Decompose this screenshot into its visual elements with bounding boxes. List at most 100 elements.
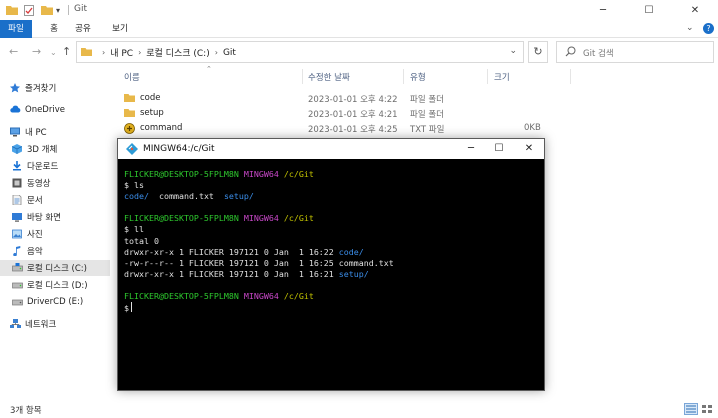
terminal-scrollbar[interactable]: [535, 159, 543, 390]
sidebar-item-local-disk-d[interactable]: 로컬 디스크 (D:): [0, 277, 110, 293]
new-folder-icon[interactable]: [41, 4, 53, 16]
sidebar-item-downloads[interactable]: 다운로드: [0, 158, 110, 174]
terminal-command: $: [124, 303, 129, 314]
tab-view[interactable]: 보기: [108, 20, 132, 38]
breadcrumb-git[interactable]: Git: [223, 48, 236, 58]
tab-share[interactable]: 공유: [70, 20, 96, 38]
address-bar[interactable]: › 내 PC › 로컬 디스크 (C:) › Git ⌄: [76, 41, 524, 63]
column-header-type[interactable]: 유형: [410, 71, 426, 83]
sidebar-item-label: 로컬 디스크 (D:): [27, 281, 88, 291]
sidebar-item-desktop[interactable]: 바탕 화면: [0, 209, 110, 225]
txt-file-icon: [124, 123, 135, 137]
details-view-icon[interactable]: [684, 403, 698, 415]
sidebar-item-label: 3D 개체: [27, 145, 58, 155]
terminal-maximize-button[interactable]: ☐: [484, 139, 514, 159]
breadcrumb-local-disk-c[interactable]: 로컬 디스크 (C:): [146, 46, 209, 59]
properties-icon[interactable]: [24, 4, 34, 16]
list-item[interactable]: setup 2023-01-01 오후 4:21 파일 폴더: [118, 106, 718, 121]
expand-ribbon-icon[interactable]: ⌄: [686, 23, 694, 33]
search-input[interactable]: Git 검색: [556, 41, 714, 63]
file-size: 0KB: [524, 123, 541, 133]
chevron-right-icon[interactable]: ›: [138, 48, 141, 57]
network-icon: [10, 319, 21, 329]
sidebar-item-videos[interactable]: 동영상: [0, 175, 110, 191]
sidebar-item-documents[interactable]: 문서: [0, 192, 110, 208]
divider: [570, 69, 571, 84]
column-header-size[interactable]: 크기: [494, 71, 510, 83]
maximize-button[interactable]: ☐: [626, 0, 672, 20]
divider: [403, 69, 404, 84]
list-item[interactable]: command 2023-01-01 오후 4:25 TXT 파일 0KB: [118, 121, 718, 136]
file-name: setup: [140, 108, 164, 118]
sidebar-item-local-disk-c[interactable]: 로컬 디스크 (C:): [0, 260, 110, 276]
terminal-prompt: FLICKER@DESKTOP-5FPLM8N MINGW64 /c/Git: [124, 169, 534, 180]
chevron-right-icon[interactable]: ›: [215, 48, 218, 57]
status-bar: 3개 항목: [0, 400, 718, 418]
document-icon: [12, 194, 22, 206]
terminal-output[interactable]: FLICKER@DESKTOP-5FPLM8N MINGW64 /c/Git $…: [124, 169, 534, 313]
ll-meta: -rw-r--r-- 1 FLICKER 197121 0 Jan 1 16:2…: [124, 257, 334, 268]
ll-name: setup/: [338, 268, 369, 279]
music-icon: [12, 246, 22, 257]
terminal-minimize-button[interactable]: ─: [456, 139, 486, 159]
drive-icon: [12, 297, 23, 307]
ll-meta: drwxr-xr-x 1 FLICKER 197121 0 Jan 1 16:2…: [124, 268, 334, 279]
tab-home[interactable]: 홈: [44, 20, 64, 38]
large-icons-view-icon[interactable]: [700, 403, 714, 415]
divider: [487, 69, 488, 84]
search-icon: [565, 46, 576, 60]
prompt-user: FLICKER@DESKTOP-5FPLM8N: [124, 213, 239, 224]
column-header-modified[interactable]: 수정한 날짜: [308, 71, 350, 83]
folder-icon: [6, 4, 18, 16]
chevron-right-icon[interactable]: ›: [102, 48, 105, 57]
sidebar-item-onedrive[interactable]: OneDrive: [0, 102, 110, 118]
terminal-close-button[interactable]: ✕: [514, 139, 544, 159]
sidebar-item-label: 바탕 화면: [27, 213, 61, 223]
forward-arrow-icon[interactable]: →: [32, 45, 41, 58]
ls-entry-dir: setup/: [223, 191, 254, 202]
sidebar-item-label: 로컬 디스크 (C:): [27, 264, 87, 274]
sidebar-item-label: 내 PC: [25, 128, 47, 138]
back-arrow-icon[interactable]: ←: [9, 45, 18, 58]
close-button[interactable]: ✕: [672, 0, 718, 20]
chevron-down-icon[interactable]: ⌄: [509, 46, 517, 56]
sidebar-item-network[interactable]: 네트워크: [0, 316, 110, 332]
sidebar-item-pictures[interactable]: 사진: [0, 226, 110, 242]
breadcrumb-my-pc[interactable]: 내 PC: [110, 46, 133, 59]
minimize-button[interactable]: ─: [580, 0, 626, 20]
folder-icon: [124, 93, 135, 105]
sidebar-item-my-pc[interactable]: 내 PC: [0, 124, 110, 140]
file-modified: 2023-01-01 오후 4:25: [308, 125, 398, 135]
sort-ascending-icon: ⌃: [206, 65, 212, 73]
sidebar-item-music[interactable]: 음악: [0, 243, 110, 259]
terminal-output-line: code/ command.txt setup/: [124, 191, 534, 202]
sidebar-item-label: 네트워크: [25, 320, 57, 330]
quick-access-dropdown-icon[interactable]: ▾: [56, 4, 60, 16]
tab-file[interactable]: 파일: [0, 20, 32, 38]
list-item[interactable]: code 2023-01-01 오후 4:22 파일 폴더: [118, 91, 718, 106]
text-cursor: [131, 302, 132, 313]
item-count: 3개 항목: [10, 406, 42, 416]
recent-locations-icon[interactable]: ⌄: [50, 48, 57, 57]
sidebar-item-label: 음악: [27, 247, 43, 257]
column-header-name[interactable]: 이름: [124, 71, 140, 83]
sidebar-item-drivercd-e[interactable]: DriverCD (E:): [0, 294, 110, 310]
terminal-window[interactable]: MINGW64:/c/Git ─ ☐ ✕ FLICKER@DESKTOP-5FP…: [117, 138, 545, 391]
help-icon[interactable]: ?: [703, 23, 714, 34]
folder-icon: [81, 47, 92, 59]
prompt-path: /c/Git: [283, 213, 314, 224]
sidebar-item-3d-objects[interactable]: 3D 개체: [0, 141, 110, 157]
video-icon: [12, 178, 22, 188]
terminal-output-line: drwxr-xr-x 1 FLICKER 197121 0 Jan 1 16:2…: [124, 247, 534, 258]
terminal-output-line: -rw-r--r-- 1 FLICKER 197121 0 Jan 1 16:2…: [124, 258, 534, 269]
terminal-input-line[interactable]: $: [124, 302, 534, 313]
file-type: TXT 파일: [410, 125, 445, 135]
up-arrow-icon[interactable]: ↑: [62, 45, 71, 58]
navigation-bar: ← → ⌄ ↑ › 내 PC › 로컬 디스크 (C:) › Git ⌄ ↻ G…: [0, 38, 718, 66]
terminal-title-bar[interactable]: MINGW64:/c/Git ─ ☐ ✕: [118, 139, 544, 159]
sidebar-item-quick-access[interactable]: 즐겨찾기: [0, 80, 110, 96]
pc-icon: [10, 127, 20, 137]
file-name: code: [140, 93, 161, 103]
file-modified: 2023-01-01 오후 4:22: [308, 95, 398, 105]
refresh-button[interactable]: ↻: [528, 41, 548, 63]
